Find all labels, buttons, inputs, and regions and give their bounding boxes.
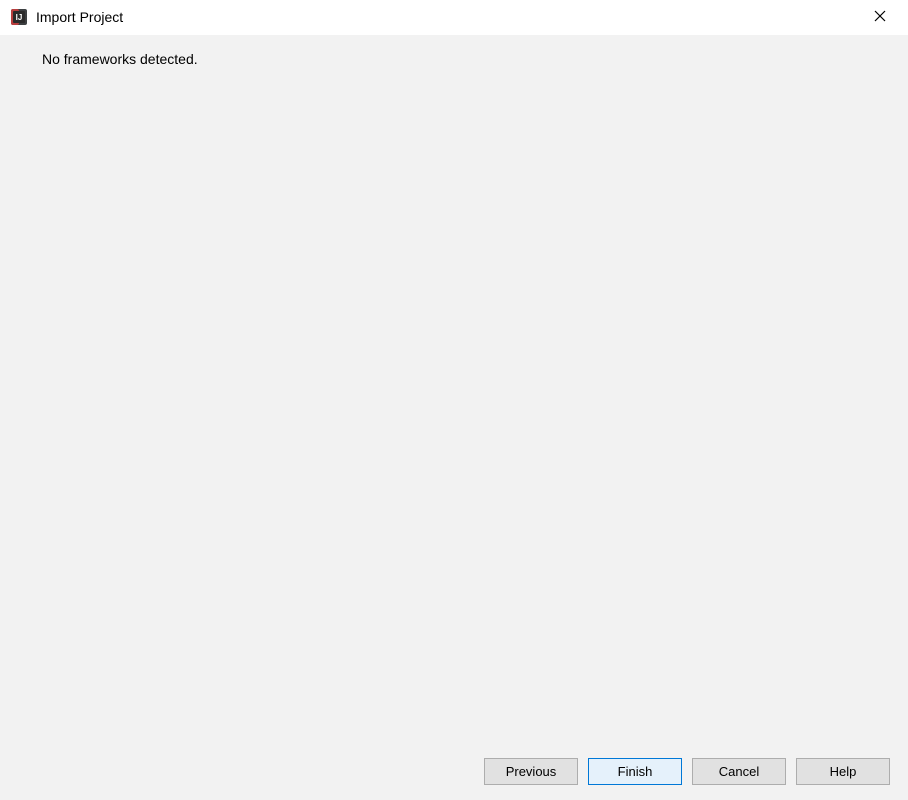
content-area: No frameworks detected.	[0, 35, 908, 750]
button-bar: Previous Finish Cancel Help	[0, 750, 908, 800]
finish-button[interactable]: Finish	[588, 758, 682, 785]
window-title: Import Project	[36, 9, 860, 25]
status-message: No frameworks detected.	[20, 51, 888, 67]
svg-text:IJ: IJ	[16, 13, 23, 22]
previous-button[interactable]: Previous	[484, 758, 578, 785]
close-button[interactable]	[860, 2, 900, 32]
help-button[interactable]: Help	[796, 758, 890, 785]
app-icon: IJ	[10, 8, 28, 26]
close-icon	[874, 10, 886, 25]
titlebar: IJ Import Project	[0, 0, 908, 35]
cancel-button[interactable]: Cancel	[692, 758, 786, 785]
